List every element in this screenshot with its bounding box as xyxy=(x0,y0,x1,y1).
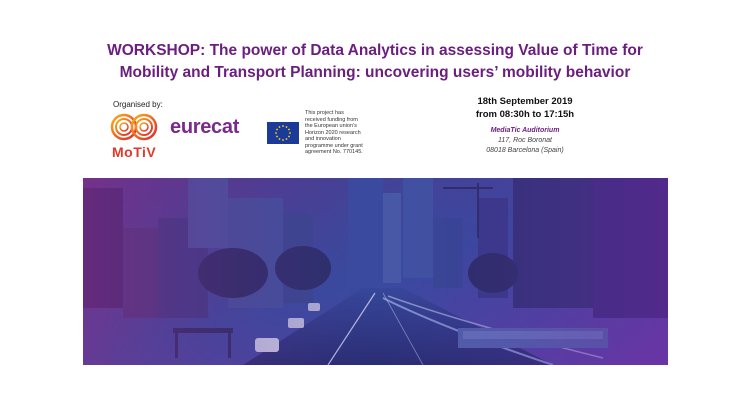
event-time: from 08:30h to 17:15h xyxy=(475,109,575,120)
city-traffic-photo xyxy=(83,178,668,365)
event-date: 18th September 2019 xyxy=(477,96,573,107)
city-skyline-image xyxy=(83,178,668,365)
eurecat-wordmark: eurecat xyxy=(170,116,240,138)
workshop-title: WORKSHOP: The power of Data Analytics in… xyxy=(0,40,750,84)
eurecat-logo: eurecat xyxy=(170,116,239,139)
organised-by-label: Organised by: xyxy=(113,100,163,109)
eu-funding-text: This project has received funding from t… xyxy=(305,110,363,155)
motiv-logo: MoTiV xyxy=(108,112,166,162)
motiv-wordmark: MoTiV xyxy=(112,144,157,160)
title-line-2: Mobility and Transport Planning: uncover… xyxy=(119,64,631,81)
title-line-1: WORKSHOP: The power of Data Analytics in… xyxy=(107,42,643,59)
event-address-line-2: 08018 Barcelona (Spain) xyxy=(486,147,564,154)
event-venue: MediaTic Auditorium xyxy=(490,127,560,134)
motiv-rings-icon xyxy=(110,113,158,141)
event-address-line-1: 117, Roc Boronat xyxy=(498,137,552,144)
eu-flag-icon xyxy=(267,122,299,144)
event-details: 18th September 2019 from 08:30h to 17:15… xyxy=(440,95,610,156)
